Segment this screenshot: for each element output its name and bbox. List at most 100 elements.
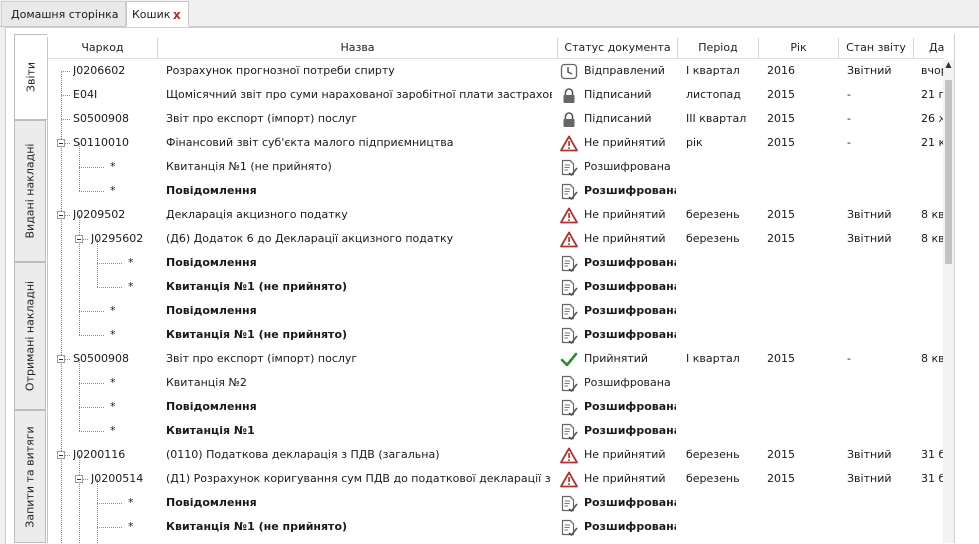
barcode-cell: J0209502 <box>73 208 126 221</box>
table-row[interactable]: * Квитанція №2 Розшифрована <box>48 371 944 395</box>
collapse-icon[interactable] <box>75 235 83 243</box>
decrypted-document-icon <box>560 327 578 345</box>
table-row[interactable]: J0295602 (Д6) Додаток 6 до Декларації акц… <box>48 227 944 251</box>
report-state-cell <box>847 275 912 299</box>
table-row[interactable]: * Квитанція №1 Розшифрована <box>48 419 944 443</box>
period-cell: III квартал <box>686 112 747 125</box>
column-header-name[interactable]: Назва <box>158 38 558 58</box>
period-cell: березень <box>686 448 740 461</box>
table-row[interactable]: S0500908 Звіт про експорт (імпорт) послуг… <box>48 107 944 131</box>
status-cell: Розшифрована <box>584 160 671 173</box>
year-cell <box>767 491 837 515</box>
barcode-cell: J0200514 <box>91 472 144 485</box>
year-cell: 2016 <box>767 64 795 77</box>
status-cell: Розшифрована <box>584 400 676 413</box>
table-row[interactable]: J0206602 Розрахунок прогнозної потреби сп… <box>48 59 944 83</box>
document-name-cell: Повідомлення <box>166 400 257 413</box>
document-name-cell: Повідомлення <box>166 256 257 269</box>
period-cell <box>686 419 756 443</box>
status-cell: Розшифрована <box>584 256 676 269</box>
report-state-cell: Звітний <box>847 208 892 221</box>
barcode-cell: S0500908 <box>73 352 129 365</box>
status-cell: Не прийнятий <box>584 136 666 149</box>
warning-icon <box>560 207 578 224</box>
document-name-cell: (0110) Податкова декларація з ПДВ (загал… <box>166 448 440 461</box>
column-header-barcode[interactable]: Чаркод <box>48 38 158 58</box>
collapse-icon[interactable] <box>57 139 65 147</box>
tree-line <box>61 95 70 96</box>
tab-home[interactable]: Домашня сторінка <box>1 1 126 26</box>
collapse-icon[interactable] <box>57 451 65 459</box>
column-header-period[interactable]: Період <box>678 38 759 58</box>
side-tab-received-invoices[interactable]: Отримані накладні <box>14 262 46 410</box>
warning-icon <box>560 471 578 488</box>
checkmark-icon <box>560 351 578 368</box>
report-state-cell <box>847 179 912 203</box>
status-cell: Розшифрована <box>584 304 676 317</box>
table-row[interactable]: * Квитанція №1 (не прийнято) Розшифрована <box>48 155 944 179</box>
collapse-icon[interactable] <box>75 475 83 483</box>
table-row[interactable]: J0200514 (Д1) Розрахунок коригування сум … <box>48 467 944 491</box>
table-row[interactable]: * Повідомлення Розшифрована <box>48 395 944 419</box>
column-header-status[interactable]: Статус документа <box>558 38 678 58</box>
report-state-cell <box>847 371 912 395</box>
period-cell: I квартал <box>686 352 740 365</box>
table-row[interactable]: S0500908 Звіт про експорт (імпорт) послуг… <box>48 347 944 371</box>
date-cell: 26 ж <box>921 112 944 125</box>
side-tab-reports[interactable]: Звіти <box>14 34 47 120</box>
vertical-scrollbar[interactable]: ▲ <box>943 60 954 543</box>
report-state-cell <box>847 299 912 323</box>
column-header-report-state[interactable]: Стан звіту <box>839 38 914 58</box>
date-cell: 31 б <box>921 448 944 461</box>
table-row[interactable]: J0200116 (0110) Податкова декларація з ПД… <box>48 443 944 467</box>
side-tabs: Звіти Видані накладні Отримані накладні … <box>14 34 47 543</box>
year-cell: 2015 <box>767 472 795 485</box>
collapse-icon[interactable] <box>57 355 65 363</box>
report-state-cell: - <box>847 352 851 365</box>
period-cell <box>686 179 756 203</box>
tab-trash[interactable]: Кошик x <box>126 1 189 27</box>
close-icon[interactable]: x <box>173 2 181 28</box>
barcode-cell: J0206602 <box>73 64 126 77</box>
column-header-date[interactable]: Дата <box>914 38 944 58</box>
tree-line <box>79 383 104 384</box>
collapse-icon[interactable] <box>57 211 65 219</box>
table-row[interactable]: * Квитанція №1 (не прийнято) Розшифрована <box>48 323 944 347</box>
table-row[interactable]: * Квитанція №1 (не прийнято) Розшифрована <box>48 275 944 299</box>
date-cell <box>921 395 944 419</box>
report-state-cell <box>847 323 912 347</box>
table-row[interactable]: * Квитанція №1 (не прийнято) Розшифрована <box>48 515 944 539</box>
warning-icon <box>560 231 578 248</box>
scroll-up-icon[interactable]: ▲ <box>944 60 953 70</box>
table-row[interactable]: E04I Щомісячний звіт про суми нарахованої… <box>48 83 944 107</box>
table-row[interactable]: S0110010 Фінансовий звіт суб'єкта малого … <box>48 131 944 155</box>
period-cell <box>686 491 756 515</box>
table-row[interactable]: * Повідомлення Розшифрована <box>48 179 944 203</box>
tree-line <box>79 335 104 336</box>
barcode-cell: S0500908 <box>73 112 129 125</box>
barcode-cell: E04I <box>73 88 98 101</box>
table-row[interactable]: * Повідомлення Розшифрована <box>48 251 944 275</box>
table-row[interactable]: * Повідомлення Розшифрована <box>48 299 944 323</box>
status-cell: Розшифрована <box>584 376 671 389</box>
date-cell <box>921 515 944 539</box>
year-cell <box>767 251 837 275</box>
date-cell: 8 кв <box>921 232 944 245</box>
table-row[interactable]: * Повідомлення Розшифрована <box>48 491 944 515</box>
column-header-year[interactable]: Рік <box>759 38 839 58</box>
year-cell: 2015 <box>767 136 795 149</box>
side-tab-issued-invoices[interactable]: Видані накладні <box>14 120 46 262</box>
table-row[interactable]: J0209502 Декларація акцизного податку Не п… <box>48 203 944 227</box>
report-state-cell: - <box>847 88 851 101</box>
status-cell: Прийнятий <box>584 352 649 365</box>
status-cell: Розшифрована <box>584 280 676 293</box>
barcode-cell: S0110010 <box>73 136 129 149</box>
scrollbar-thumb[interactable] <box>945 80 952 264</box>
date-cell <box>921 275 944 299</box>
report-state-cell: - <box>847 136 851 149</box>
report-state-cell: Звітний <box>847 448 892 461</box>
barcode-cell: J0200116 <box>73 448 126 461</box>
right-edge-panel <box>954 34 979 543</box>
status-cell: Розшифрована <box>584 520 676 533</box>
side-tab-requests[interactable]: Запити та витяги <box>14 410 46 543</box>
